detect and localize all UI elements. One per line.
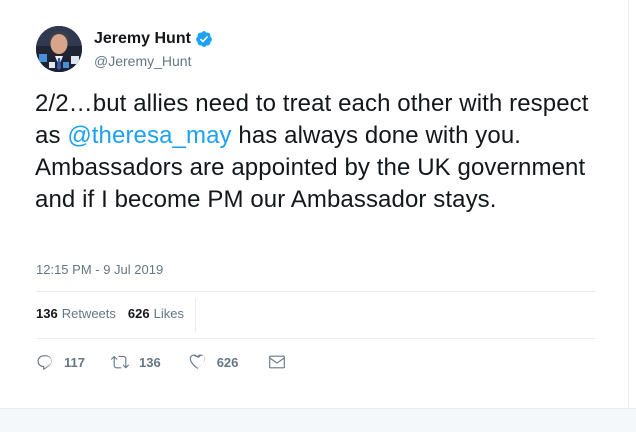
tweet-card: Jeremy Hunt @Jeremy_Hunt 2/2…but allies …	[0, 0, 629, 408]
tweet-header: Jeremy Hunt @Jeremy_Hunt	[36, 26, 596, 72]
display-name-row: Jeremy Hunt	[94, 29, 213, 49]
tweet-timestamp[interactable]: 12:15 PM - 9 Jul 2019	[36, 262, 163, 277]
retweets-count: 136	[36, 306, 58, 321]
retweets-stat[interactable]: 136 Retweets	[36, 306, 116, 321]
tweet-text: 2/2…but allies need to treat each other …	[35, 88, 595, 216]
divider-top	[36, 291, 596, 292]
author-handle[interactable]: @Jeremy_Hunt	[94, 53, 213, 69]
stats-separator	[195, 298, 196, 332]
retweet-icon	[110, 353, 129, 371]
like-button[interactable]: 626	[189, 353, 239, 371]
likes-label: Likes	[153, 306, 184, 321]
page-bottom-strip	[0, 408, 636, 432]
direct-message-icon	[268, 353, 286, 371]
retweets-label: Retweets	[61, 306, 116, 321]
reply-icon	[36, 353, 54, 371]
avatar-photo	[36, 26, 82, 72]
avatar[interactable]	[36, 26, 82, 72]
direct-message-button[interactable]	[268, 353, 286, 371]
likes-count: 626	[127, 306, 150, 321]
divider-bottom	[36, 338, 596, 339]
like-icon	[189, 353, 207, 371]
retweet-count: 136	[138, 354, 161, 370]
reply-button[interactable]: 117	[36, 353, 85, 371]
tweet-actions: 117 136 626	[36, 350, 286, 374]
likes-stat[interactable]: 626 Likes	[128, 306, 184, 321]
like-count: 626	[216, 354, 239, 370]
retweet-button[interactable]: 136	[110, 353, 161, 371]
tweet-stats: 136 Retweets 626 Likes	[36, 306, 184, 321]
verified-badge-icon	[195, 30, 213, 48]
page: Jeremy Hunt @Jeremy_Hunt 2/2…but allies …	[0, 0, 636, 432]
author-names: Jeremy Hunt @Jeremy_Hunt	[94, 29, 213, 69]
display-name[interactable]: Jeremy Hunt	[94, 30, 191, 48]
mention-link[interactable]: @theresa_may	[67, 122, 231, 149]
reply-count: 117	[64, 354, 85, 370]
